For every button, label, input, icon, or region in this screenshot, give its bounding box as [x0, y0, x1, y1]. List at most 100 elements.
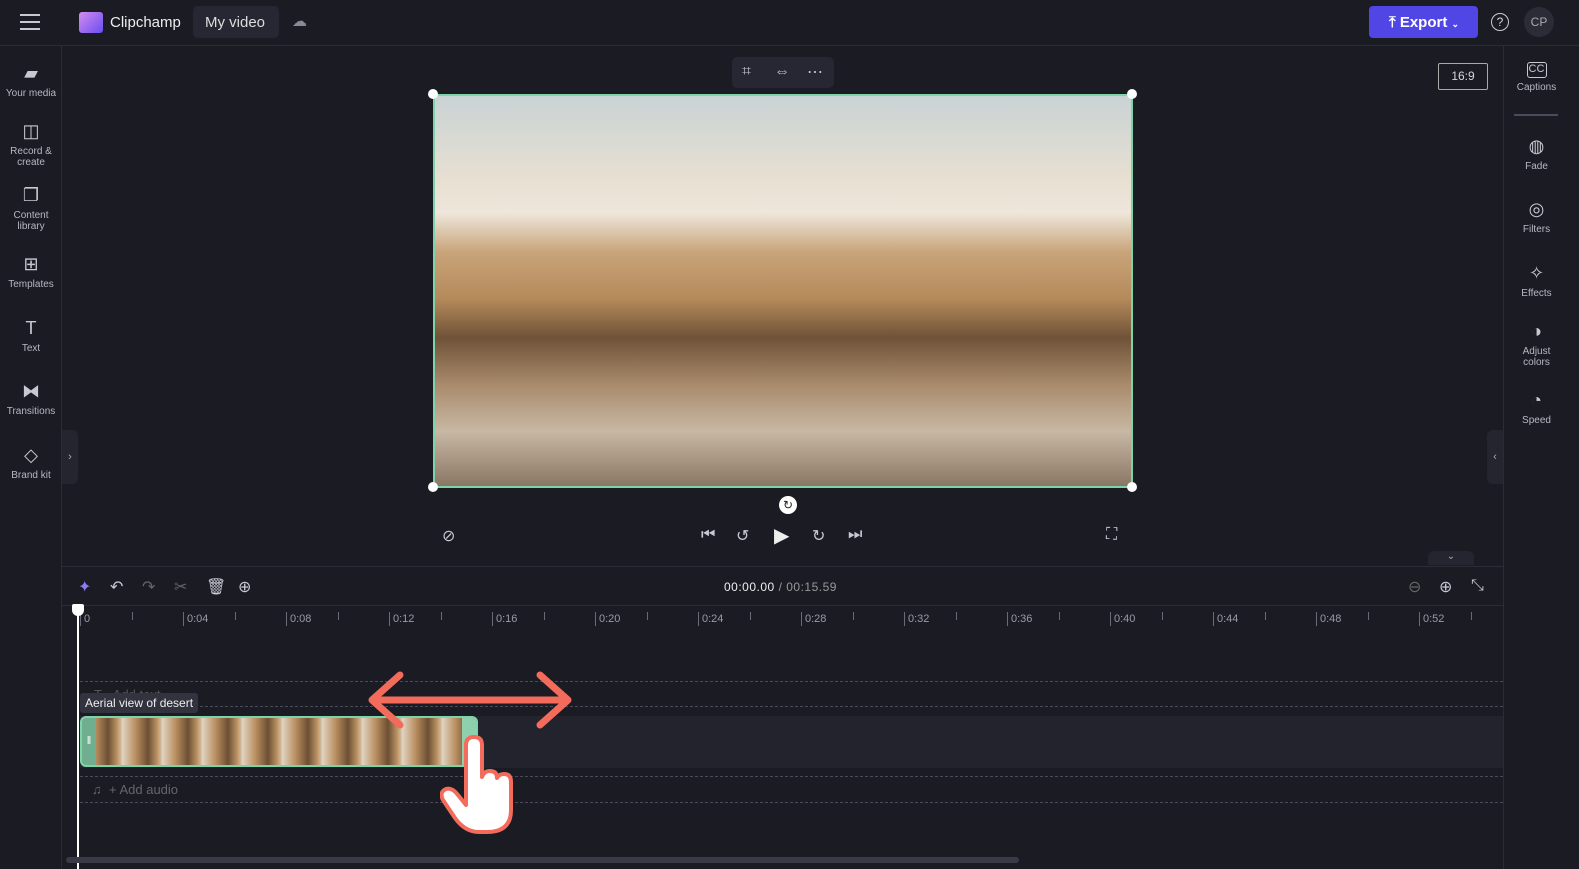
fit-icon[interactable]: ⇔	[774, 63, 790, 81]
menu-icon[interactable]	[20, 14, 40, 30]
ruler-tick	[801, 612, 802, 626]
sidebar-item-fade[interactable]: ◍ Fade	[1504, 135, 1569, 172]
ruler-tick-minor	[1161, 612, 1163, 620]
folder-icon: ▰	[24, 63, 38, 83]
ruler-label: 0:24	[702, 613, 724, 625]
crop-icon[interactable]: ⌗	[742, 63, 751, 81]
sidebar-item-brand-kit[interactable]: ◇ Brand kit	[0, 444, 62, 481]
sidebar-item-speed[interactable]: ◔ Speed	[1504, 389, 1569, 426]
sidebar-item-content-library[interactable]: ❐ Content library	[0, 184, 62, 232]
add-to-timeline-icon[interactable]: ⊕	[238, 577, 251, 597]
ruler-tick	[286, 612, 287, 626]
time-display: 00:00.00 / 00:15.59	[724, 580, 837, 594]
resize-handle[interactable]	[428, 482, 438, 492]
filters-icon: ◎	[1528, 199, 1545, 219]
undo-icon[interactable]: ↶	[110, 577, 123, 597]
ruler-tick-minor	[955, 612, 957, 620]
ruler-label: 0:04	[187, 613, 209, 625]
rotate-icon[interactable]: ↻	[779, 496, 797, 514]
camera-off-icon[interactable]: ⊘	[442, 526, 455, 546]
resize-handle[interactable]	[1127, 482, 1137, 492]
ruler-tick-minor	[1367, 612, 1369, 620]
chevron-down-icon: ⌄	[1451, 19, 1460, 29]
ruler-tick	[492, 612, 493, 626]
ruler-tick-minor	[234, 612, 236, 620]
add-audio-track[interactable]: ♫ + Add audio	[92, 782, 178, 797]
effects-icon: ✧	[1528, 263, 1545, 283]
cloud-off-icon[interactable]: ☁	[292, 12, 307, 30]
playhead[interactable]	[77, 610, 79, 869]
sidebar-item-templates[interactable]: ⊞ Templates	[0, 253, 62, 290]
delete-icon[interactable]: 🗑	[206, 577, 226, 597]
rewind-5-icon[interactable]: ↺	[736, 526, 749, 546]
resize-arrow-icon	[368, 671, 572, 729]
sidebar-item-your-media[interactable]: ▰ Your media	[0, 62, 62, 99]
fade-icon: ◍	[1528, 136, 1545, 156]
resize-handle[interactable]	[428, 89, 438, 99]
ruler-label: 0:16	[496, 613, 518, 625]
project-name[interactable]: My video	[193, 6, 279, 38]
ruler-label: 0:32	[908, 613, 930, 625]
ruler-label: 0:08	[290, 613, 312, 625]
fullscreen-icon[interactable]: ⛶	[1106, 526, 1117, 544]
clip-trim-handle-left[interactable]: ‖	[82, 718, 96, 765]
ruler-label: 0:20	[599, 613, 621, 625]
divider	[62, 605, 1503, 606]
ruler-tick	[1316, 612, 1317, 626]
sidebar-item-captions[interactable]: CC Captions	[1504, 62, 1569, 93]
more-icon[interactable]: ⋯	[807, 62, 823, 82]
expand-left-panel-button[interactable]: ›	[62, 430, 78, 484]
ruler-tick	[904, 612, 905, 626]
upload-icon: ⤒	[1389, 14, 1396, 31]
adjust-colors-icon: ◑	[1531, 321, 1542, 341]
app-name: Clipchamp	[110, 14, 181, 31]
sidebar-item-record[interactable]: ◫ Record & create	[0, 120, 62, 168]
zoom-out-icon[interactable]: ⊖	[1408, 577, 1421, 597]
ruler-tick	[389, 612, 390, 626]
captions-icon: CC	[1526, 62, 1547, 78]
skip-forward-icon[interactable]: ⏭	[848, 526, 862, 544]
zoom-in-icon[interactable]: ⊕	[1439, 577, 1452, 597]
ruler-tick-minor	[337, 612, 339, 620]
export-button[interactable]: ⤒ Export ⌄	[1369, 6, 1478, 38]
ruler-tick-minor	[131, 612, 133, 620]
skip-back-icon[interactable]: ⏮	[701, 526, 715, 544]
clip-name-label: Aerial view of desert	[80, 693, 199, 713]
ruler-label: 0:12	[393, 613, 415, 625]
music-icon: ♫	[92, 782, 102, 797]
sidebar-item-text[interactable]: T Text	[0, 317, 62, 354]
ruler-label: 0	[84, 613, 91, 625]
resize-handle[interactable]	[1127, 89, 1137, 99]
speed-icon: ◔	[1531, 390, 1542, 410]
ruler-label: 0:28	[805, 613, 827, 625]
sidebar-item-filters[interactable]: ◎ Filters	[1504, 198, 1569, 235]
sidebar-item-adjust-colors[interactable]: ◑ Adjust colors	[1504, 320, 1569, 368]
ruler-tick	[1110, 612, 1111, 626]
ruler-tick-minor	[852, 612, 854, 620]
ai-sparkle-icon[interactable]: ✦	[78, 577, 91, 597]
hand-cursor-icon	[440, 735, 513, 834]
collapse-right-panel-button[interactable]: ‹	[1487, 430, 1503, 484]
sidebar-item-effects[interactable]: ✧ Effects	[1504, 262, 1569, 299]
fit-timeline-icon[interactable]: ⤡	[1471, 577, 1484, 595]
ruler-label: 0:44	[1217, 613, 1239, 625]
play-icon[interactable]: ▶	[774, 523, 789, 548]
timeline-scrollbar[interactable]	[66, 857, 1019, 863]
sidebar-item-transitions[interactable]: ⧓ Transitions	[0, 380, 62, 417]
aspect-ratio-button[interactable]: 16:9	[1438, 63, 1488, 90]
brand-kit-icon: ◇	[24, 445, 38, 465]
ruler-tick-minor	[646, 612, 648, 620]
redo-icon[interactable]: ↷	[142, 577, 155, 597]
forward-5-icon[interactable]: ↻	[812, 526, 825, 546]
cut-icon[interactable]: ✂	[174, 577, 187, 597]
video-preview[interactable]	[433, 94, 1133, 488]
ruler-tick	[1213, 612, 1214, 626]
help-icon[interactable]: ?	[1491, 13, 1509, 31]
collapse-timeline-button[interactable]: ⌄	[1428, 551, 1474, 565]
templates-icon: ⊞	[23, 254, 39, 274]
playhead-handle[interactable]	[72, 604, 84, 616]
ruler-tick	[698, 612, 699, 626]
text-icon: T	[25, 318, 37, 338]
ruler-tick	[1007, 612, 1008, 626]
avatar[interactable]: CP	[1524, 7, 1554, 37]
